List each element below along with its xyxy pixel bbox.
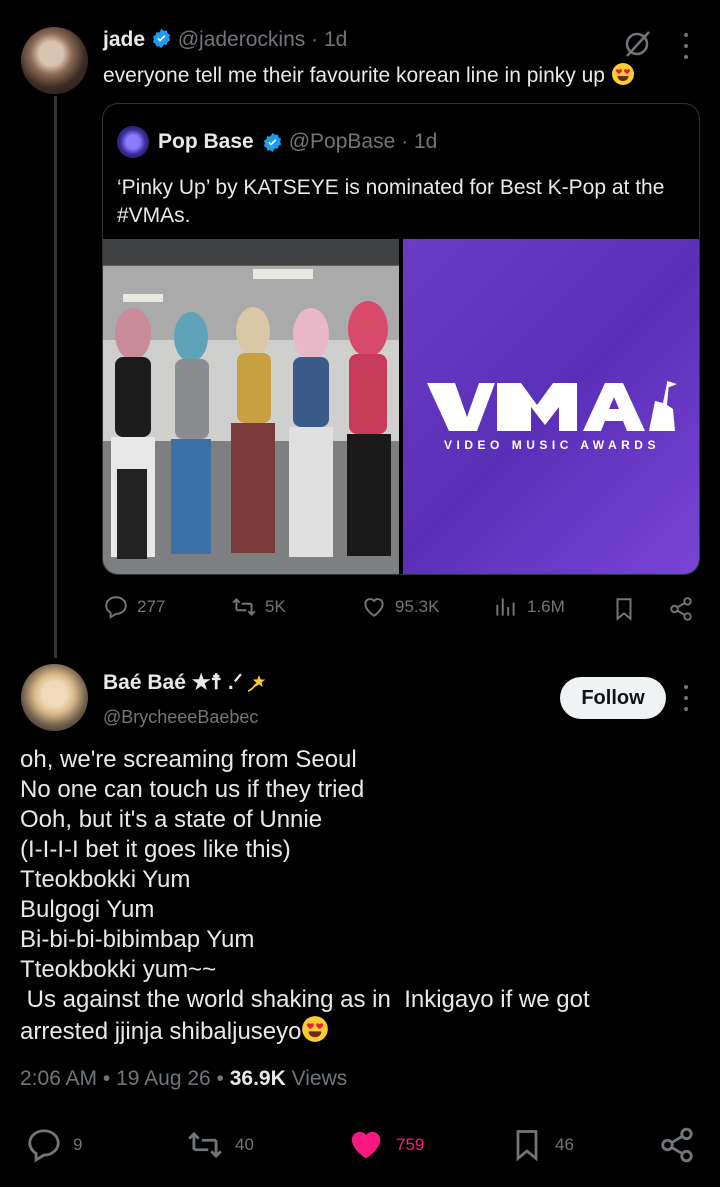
vma-subtitle: VIDEO MUSIC AWARDS bbox=[444, 438, 660, 452]
repost-icon bbox=[188, 1131, 222, 1159]
tweet-text: oh, we're screaming from Seoul No one ca… bbox=[20, 745, 700, 1047]
post-time[interactable]: 2:06 AM bbox=[20, 1067, 97, 1090]
repost-count: 5K bbox=[265, 597, 286, 616]
quote-author-handle: @PopBase bbox=[288, 130, 396, 153]
views-label: Views bbox=[291, 1067, 348, 1090]
reply-button[interactable]: 9 bbox=[25, 1126, 82, 1164]
heart-icon bbox=[364, 598, 384, 617]
share-icon[interactable] bbox=[668, 596, 694, 622]
vma-logo-icon bbox=[427, 381, 677, 431]
heart-filled-icon bbox=[351, 1131, 381, 1159]
quote-text: ‘Pinky Up’ by KATSEYE is nominated for B… bbox=[117, 176, 665, 227]
quote-avatar bbox=[117, 126, 149, 158]
author-handle[interactable]: @BrycheeeBaebec bbox=[103, 707, 258, 728]
more-options-icon[interactable] bbox=[683, 33, 689, 59]
quoted-tweet-card[interactable]: Pop Base @PopBase · 1d ‘Pinky Up’ by KAT… bbox=[102, 103, 700, 575]
author-name[interactable]: jade bbox=[103, 28, 145, 51]
reply-count: 9 bbox=[73, 1135, 83, 1154]
analytics-icon bbox=[496, 598, 515, 616]
separator-dot: • bbox=[210, 1067, 230, 1090]
quote-header: Pop Base @PopBase · 1d bbox=[117, 126, 437, 158]
vma-logo-image[interactable]: VIDEO MUSIC AWARDS bbox=[403, 239, 699, 574]
separator-dot: · bbox=[395, 130, 414, 153]
bookmark-button[interactable]: 46 bbox=[509, 1126, 574, 1164]
author-name[interactable]: Baé Baé ★☨ .ᐟ bbox=[103, 670, 243, 695]
tweet-text-content: everyone tell me their favourite korean … bbox=[103, 64, 605, 87]
lyric-line: No one can touch us if they tried bbox=[20, 776, 365, 803]
lyric-line: Tteokbokki Yum bbox=[20, 866, 191, 893]
grok-icon[interactable] bbox=[622, 29, 652, 59]
tweet-actions: 9 40 759 46 bbox=[0, 1124, 720, 1168]
tweet-meta: 2:06 AM • 19 Aug 26 • 36.9K Views bbox=[20, 1067, 347, 1091]
avatar[interactable] bbox=[21, 27, 88, 94]
more-options-icon[interactable] bbox=[683, 685, 689, 711]
tweet-header: jade @jaderockins · 1d bbox=[103, 28, 347, 52]
verified-badge-icon bbox=[263, 132, 281, 152]
lyric-line-last: arrested jjinja shibaljuseyo bbox=[20, 1015, 700, 1047]
heart-eyes-emoji-icon bbox=[611, 63, 634, 85]
tweet-actions: 277 5K 95.3K 1.6M bbox=[103, 592, 703, 626]
timestamp[interactable]: 1d bbox=[324, 28, 347, 51]
reply-count: 277 bbox=[137, 597, 166, 616]
post-date[interactable]: 19 Aug 26 bbox=[116, 1067, 211, 1090]
quote-author-name: Pop Base bbox=[158, 130, 254, 153]
views-button[interactable]: 1.6M bbox=[493, 594, 565, 620]
lyric-line: Bi-bi-bi-bibimbap Yum bbox=[20, 926, 255, 953]
bookmark-icon[interactable] bbox=[611, 595, 637, 623]
dizzy-star-emoji-icon bbox=[247, 674, 265, 692]
follow-button[interactable]: Follow bbox=[560, 677, 666, 719]
avatar[interactable] bbox=[21, 664, 88, 731]
separator-dot: • bbox=[97, 1067, 117, 1090]
lyric-line: oh, we're screaming from Seoul bbox=[20, 746, 357, 773]
bookmark-count: 46 bbox=[555, 1135, 574, 1154]
lyric-line: Bulgogi Yum bbox=[20, 896, 155, 923]
thread-connector bbox=[54, 96, 57, 658]
lyric-line: arrested jjinja shibaljuseyo bbox=[20, 1018, 302, 1045]
lyric-line: (I-I-I-I bet it goes like this) bbox=[20, 836, 291, 863]
repost-count: 40 bbox=[235, 1135, 254, 1154]
tweet-text: everyone tell me their favourite korean … bbox=[103, 62, 635, 88]
group-photo-figures bbox=[103, 239, 399, 559]
repost-button[interactable]: 40 bbox=[185, 1126, 254, 1164]
like-count: 759 bbox=[396, 1135, 425, 1154]
author-handle[interactable]: @jaderockins bbox=[178, 28, 306, 51]
quote-timestamp: 1d bbox=[413, 130, 438, 153]
repost-icon bbox=[232, 598, 256, 616]
lyric-line: Tteokbokki yum~~ bbox=[20, 956, 217, 983]
lyric-line: Ooh, but it's a state of Unnie bbox=[20, 806, 323, 833]
like-button[interactable]: 759 bbox=[346, 1126, 424, 1164]
separator-dot: · bbox=[305, 28, 324, 51]
lyric-line: Us against the world shaking as in Inkig… bbox=[20, 986, 590, 1013]
reply-button[interactable]: 277 bbox=[103, 594, 165, 620]
heart-eyes-emoji-icon bbox=[302, 1016, 329, 1042]
reply-icon bbox=[105, 596, 127, 619]
group-photo-image[interactable] bbox=[103, 239, 399, 574]
reply-icon bbox=[28, 1129, 60, 1163]
views-count: 36.9K bbox=[229, 1067, 286, 1090]
verified-badge-icon bbox=[152, 28, 171, 49]
views-count: 1.6M bbox=[527, 597, 565, 616]
bookmark-icon bbox=[516, 1130, 538, 1162]
like-count: 95.3K bbox=[395, 597, 440, 616]
repost-button[interactable]: 5K bbox=[231, 594, 286, 620]
share-icon[interactable] bbox=[658, 1126, 696, 1164]
author-name-row: Baé Baé ★☨ .ᐟ bbox=[103, 670, 269, 695]
like-button[interactable]: 95.3K bbox=[361, 594, 439, 620]
